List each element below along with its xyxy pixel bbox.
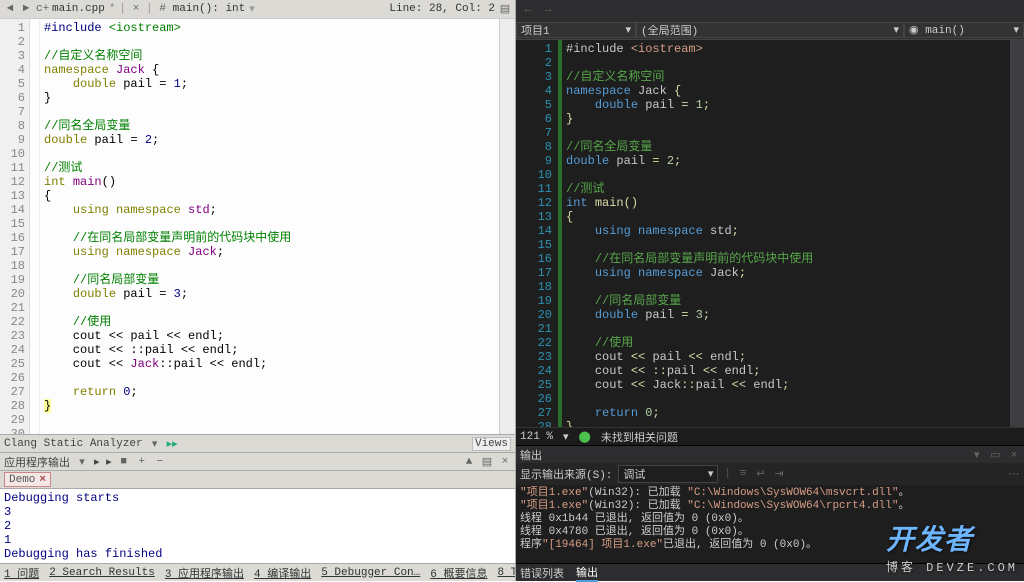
qtcreator-pane: ◄ ► c+ main.cpp * | × | # main(): int ▾ … [0, 0, 516, 581]
scrollbar[interactable] [499, 19, 515, 434]
scope-dropdown[interactable]: (全局范围) ▾ [636, 22, 904, 38]
func-label: main() [925, 25, 965, 37]
chevron-down-icon: ▾ [708, 467, 714, 481]
vs-editor[interactable]: 1234567891011121314151617181920212223242… [516, 40, 1024, 427]
close-icon[interactable]: × [1008, 450, 1020, 462]
analyzer-bar: Clang Static Analyzer ▾ ▸▸ Views [0, 434, 515, 452]
chevron-down-icon: ▾ [1013, 23, 1019, 37]
demo-tab-label: Demo [9, 474, 35, 486]
settings-icon[interactable]: ▤ [481, 455, 493, 469]
clear-icon[interactable]: ≡ [737, 468, 749, 480]
bottom-tab[interactable]: 3 应用程序输出 [165, 565, 244, 581]
output-tabs: Demo × [0, 470, 515, 488]
play-icon[interactable]: ▸▸ [167, 437, 178, 451]
chevron-down-icon: ▾ [893, 23, 899, 37]
bottom-tab[interactable]: 1 问题 [4, 565, 39, 581]
up-icon[interactable]: ▲ [463, 456, 475, 468]
dropdown-icon[interactable]: ▾ [971, 448, 983, 462]
close-icon[interactable]: × [39, 474, 46, 486]
output-body[interactable]: "项目1.exe"(Win32): 已加载 "C:\Windows\SysWOW… [516, 485, 1024, 563]
run-icon[interactable]: ▸ ▸ [94, 455, 112, 469]
issues-label[interactable]: 未找到相关问题 [601, 429, 678, 445]
chevron-down-icon[interactable]: ▾ [249, 2, 255, 16]
views-button[interactable]: Views [472, 437, 511, 451]
project-label: 项目1 [521, 22, 550, 38]
chevron-down-icon[interactable]: ▾ [563, 430, 569, 444]
minus-icon[interactable]: − [154, 456, 166, 468]
back-icon[interactable]: ← [522, 4, 534, 16]
code-area[interactable]: #include <iostream> //自定义名称空间namespace J… [562, 40, 1010, 427]
fold-gutter[interactable] [30, 19, 40, 434]
code-area[interactable]: #include <iostream> //自定义名称空间namespace J… [40, 19, 499, 434]
line-gutter: 1234567891011121314151617181920212223242… [516, 40, 558, 427]
cpp-icon: c+ [36, 3, 48, 15]
zoom-label[interactable]: 121 % [520, 431, 553, 443]
bottom-tab[interactable]: 4 编译输出 [254, 565, 311, 581]
vs-pane: ← → 项目1▾ (全局范围)▾ ◉ main()▾ 1234567891011… [516, 0, 1024, 581]
chevron-down-icon[interactable]: ▾ [76, 455, 88, 469]
bottom-tabs: 错误列表 输出 [516, 563, 1024, 581]
plus-icon[interactable]: + [136, 456, 148, 468]
output-title: 应用程序输出 [4, 454, 70, 470]
scrollbar[interactable] [1010, 40, 1024, 427]
bottom-tab[interactable]: 6 概要信息 [430, 565, 487, 581]
output-toolbar: 显示输出来源(S): 调试 ▾ | ≡ ↵ ⇥ ⋯ [516, 463, 1024, 485]
nav-bar: 项目1▾ (全局范围)▾ ◉ main()▾ [516, 20, 1024, 40]
close-icon[interactable]: × [499, 456, 511, 468]
fwd-icon[interactable]: → [542, 4, 554, 16]
editor-toolbar: ◄ ► c+ main.cpp * | × | # main(): int ▾ … [0, 0, 515, 18]
bottom-tab[interactable]: 2 Search Results [49, 567, 155, 579]
output-source-dropdown[interactable]: 调试 ▾ [618, 465, 718, 483]
bottom-tab[interactable]: 8 Test Results [497, 567, 515, 579]
output-source-value: 调试 [623, 466, 645, 482]
output-header: 输出 ▾ ▭ × [516, 445, 1024, 463]
options-icon[interactable]: ⋯ [1008, 467, 1020, 481]
analyzer-label[interactable]: Clang Static Analyzer [4, 438, 143, 450]
output-source-label: 显示输出来源(S): [520, 466, 612, 482]
tab-errors[interactable]: 错误列表 [520, 565, 564, 581]
goto-icon[interactable]: ⇥ [773, 467, 785, 481]
fwd-icon[interactable]: ► [20, 3, 32, 15]
line-gutter: 1234567891011121314151617181920212223242… [0, 19, 30, 434]
check-icon: ⬤ [579, 430, 591, 444]
split-icon[interactable]: ▤ [499, 2, 511, 16]
demo-tab[interactable]: Demo × [4, 472, 51, 487]
bottom-tab[interactable]: 5 Debugger Con… [321, 567, 420, 579]
project-dropdown[interactable]: 项目1 ▾ [516, 22, 636, 38]
output-title: 输出 [520, 447, 542, 463]
bottom-tabs: 1 问题 2 Search Results 3 应用程序输出 4 编译输出 5 Debu… [0, 563, 515, 581]
modified-dot: * [109, 3, 116, 15]
chevron-down-icon[interactable]: ▾ [149, 437, 161, 451]
func-dropdown[interactable]: ◉ main()▾ [904, 22, 1024, 38]
back-icon[interactable]: ◄ [4, 3, 16, 15]
line-col[interactable]: Line: 28, Col: 2 [389, 3, 495, 15]
close-icon[interactable]: × [130, 3, 142, 15]
scope-label: (全局范围) [641, 22, 698, 38]
func-icon: # [157, 3, 169, 15]
vs-tabbar: ← → [516, 0, 1024, 20]
stop-icon[interactable]: ■ [118, 456, 130, 468]
code-editor[interactable]: 1234567891011121314151617181920212223242… [0, 18, 515, 434]
application-output[interactable]: Debugging starts 3 2 1 Debugging has fin… [0, 488, 515, 563]
chevron-down-icon: ▾ [625, 23, 631, 37]
func-crumb[interactable]: main(): int [173, 3, 246, 15]
file-name[interactable]: main.cpp [52, 3, 105, 15]
pin-icon[interactable]: ▭ [989, 448, 1001, 462]
wrap-icon[interactable]: ↵ [755, 467, 767, 481]
tab-output[interactable]: 输出 [576, 564, 598, 582]
output-toolbar: 应用程序输出 ▾ ▸ ▸ ■ + − ▲ ▤ × [0, 452, 515, 470]
vs-status: 121 % ▾ ⬤ 未找到相关问题 [516, 427, 1024, 445]
